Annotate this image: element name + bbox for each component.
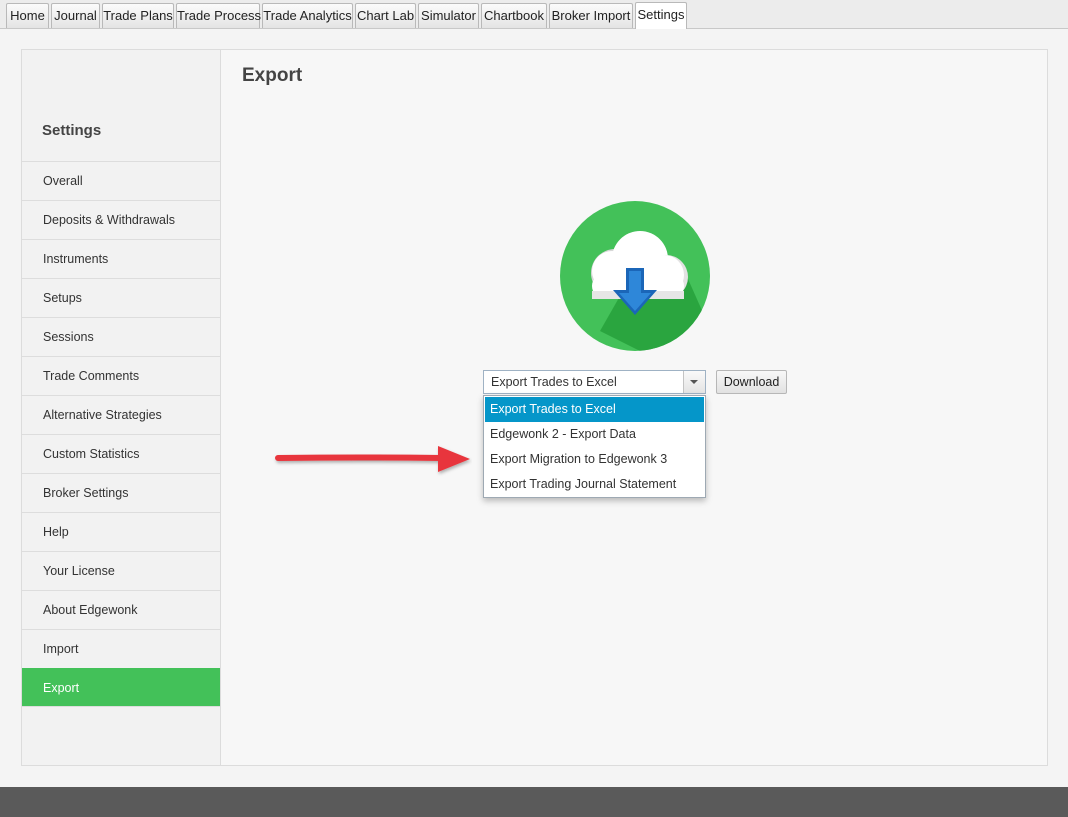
sidebar-item-alternative-strategies[interactable]: Alternative Strategies xyxy=(22,395,220,434)
sidebar-item-help[interactable]: Help xyxy=(22,512,220,551)
sidebar-item-about-edgewonk[interactable]: About Edgewonk xyxy=(22,590,220,629)
dropdown-option-export-migration-edgewonk3[interactable]: Export Migration to Edgewonk 3 xyxy=(485,447,704,472)
sidebar-item-overall[interactable]: Overall xyxy=(22,161,220,200)
tab-broker-import[interactable]: Broker Import xyxy=(549,3,633,28)
sidebar-title: Settings xyxy=(42,122,102,139)
sidebar-item-deposits-withdrawals[interactable]: Deposits & Withdrawals xyxy=(22,200,220,239)
page-title: Export xyxy=(242,65,303,86)
sidebar-list: Overall Deposits & Withdrawals Instrumen… xyxy=(22,161,220,707)
sidebar-item-export[interactable]: Export xyxy=(22,668,220,707)
download-button[interactable]: Download xyxy=(716,370,787,394)
sidebar-item-broker-settings[interactable]: Broker Settings xyxy=(22,473,220,512)
tab-simulator[interactable]: Simulator xyxy=(418,3,479,28)
sidebar-item-import[interactable]: Import xyxy=(22,629,220,668)
tab-trade-process[interactable]: Trade Process xyxy=(176,3,261,28)
tab-chartbook[interactable]: Chartbook xyxy=(481,3,547,28)
dropdown-option-export-trading-journal-statement[interactable]: Export Trading Journal Statement xyxy=(485,472,704,497)
chevron-down-icon[interactable] xyxy=(683,371,705,393)
sidebar-item-your-license[interactable]: Your License xyxy=(22,551,220,590)
sidebar-item-custom-statistics[interactable]: Custom Statistics xyxy=(22,434,220,473)
sidebar-item-trade-comments[interactable]: Trade Comments xyxy=(22,356,220,395)
settings-sidebar: Settings Overall Deposits & Withdrawals … xyxy=(21,49,221,766)
tab-home[interactable]: Home xyxy=(6,3,49,28)
tab-trade-analytics[interactable]: Trade Analytics xyxy=(262,3,353,28)
dropdown-option-export-trades-excel[interactable]: Export Trades to Excel xyxy=(485,397,704,422)
export-type-select-value: Export Trades to Excel xyxy=(491,375,617,389)
sidebar-item-setups[interactable]: Setups xyxy=(22,278,220,317)
footer-bar xyxy=(0,787,1068,817)
cloud-download-icon xyxy=(560,201,710,351)
sidebar-item-sessions[interactable]: Sessions xyxy=(22,317,220,356)
dropdown-option-edgewonk2-export-data[interactable]: Edgewonk 2 - Export Data xyxy=(485,422,704,447)
tab-journal[interactable]: Journal xyxy=(51,3,100,28)
export-type-select[interactable]: Export Trades to Excel xyxy=(483,370,706,394)
top-tab-bar: Home Journal Trade Plans Trade Process T… xyxy=(0,0,1068,29)
tab-chart-lab[interactable]: Chart Lab xyxy=(355,3,416,28)
sidebar-item-instruments[interactable]: Instruments xyxy=(22,239,220,278)
annotation-arrow-icon xyxy=(275,446,470,472)
tab-trade-plans[interactable]: Trade Plans xyxy=(102,3,174,28)
export-type-dropdown: Export Trades to Excel Edgewonk 2 - Expo… xyxy=(483,395,706,498)
tab-settings[interactable]: Settings xyxy=(635,2,687,29)
